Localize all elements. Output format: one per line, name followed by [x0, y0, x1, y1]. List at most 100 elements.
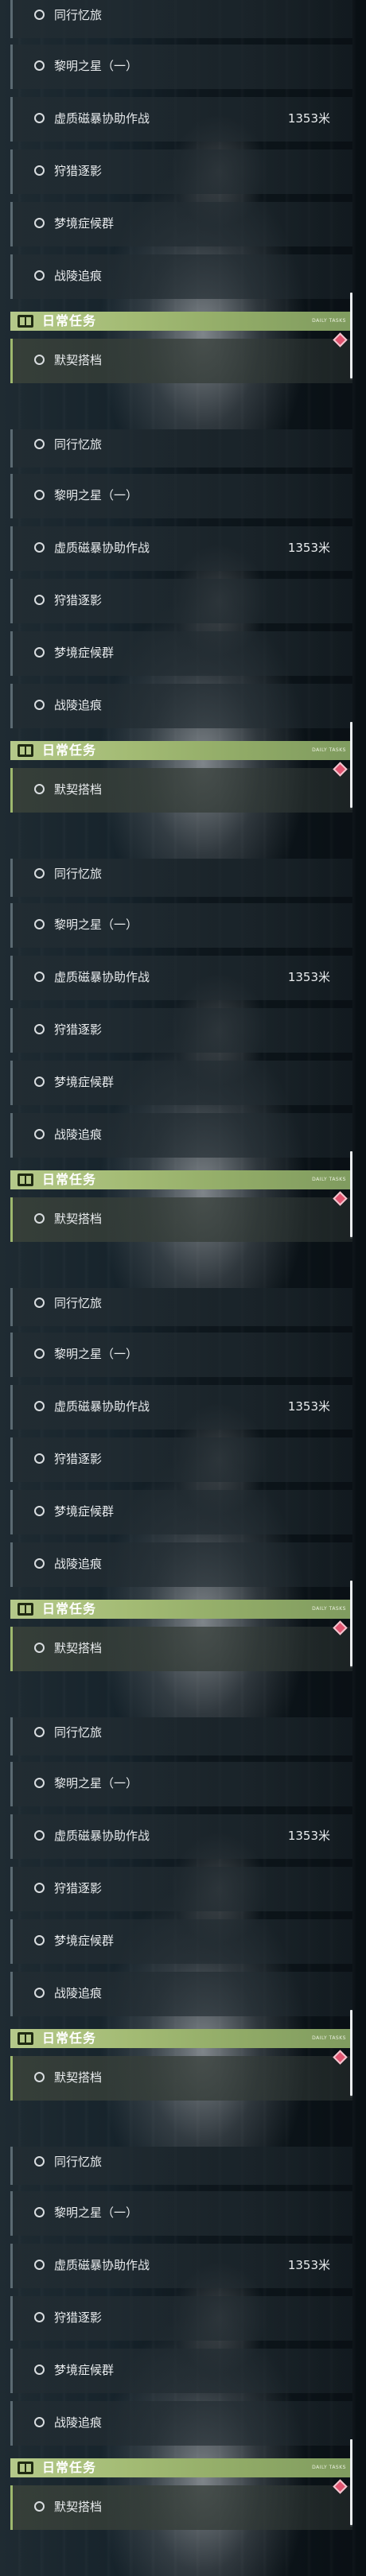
daily-tasks-title: 日常任务 [42, 1601, 97, 1616]
circle-icon [34, 700, 45, 710]
quest-name: 战陵追痕 [54, 698, 103, 712]
quest-name: 同行忆旅 [54, 1725, 103, 1740]
quest-distance: 1353米 [287, 541, 330, 555]
quest-name: 同行忆旅 [54, 2155, 103, 2169]
quest-name: 黎明之星（一） [54, 488, 138, 502]
book-icon [18, 2462, 33, 2474]
daily-tasks-header[interactable]: 日常任务 DAILY TASKS [10, 1170, 352, 1189]
quest-row[interactable]: 同行忆旅 [10, 0, 352, 38]
scrollbar-thumb[interactable] [350, 1151, 352, 1237]
circle-icon [34, 919, 45, 929]
book-icon [18, 315, 33, 328]
circle-icon [34, 1506, 45, 1516]
daily-task-row[interactable]: 默契搭档 [10, 768, 352, 813]
circle-icon [34, 1643, 45, 1653]
daily-task-name: 默契搭档 [54, 2500, 103, 2514]
circle-icon [34, 2207, 45, 2217]
quest-row[interactable]: 虚质磁暴协助作战 1353米 [10, 526, 352, 571]
quest-row[interactable]: 同行忆旅 [10, 859, 352, 897]
quest-name: 战陵追痕 [54, 2415, 103, 2430]
daily-task-row[interactable]: 默契搭档 [10, 339, 352, 383]
daily-task-row[interactable]: 默契搭档 [10, 1627, 352, 1671]
daily-tasks-header[interactable]: 日常任务 DAILY TASKS [10, 2458, 352, 2477]
daily-tasks-header[interactable]: 日常任务 DAILY TASKS [10, 1600, 352, 1619]
scrollbar-thumb[interactable] [350, 293, 352, 378]
quest-row[interactable]: 狩猎逐影 [10, 149, 352, 194]
quest-name: 虚质磁暴协助作战 [54, 1829, 150, 1843]
quest-name: 梦境症候群 [54, 1075, 115, 1089]
quest-row[interactable]: 虚质磁暴协助作战 1353米 [10, 956, 352, 1000]
quest-row[interactable]: 虚质磁暴协助作战 1353米 [10, 1385, 352, 1430]
quest-row[interactable]: 虚质磁暴协助作战 1353米 [10, 1814, 352, 1859]
quest-row[interactable]: 梦境症候群 [10, 1490, 352, 1534]
daily-tasks-title: 日常任务 [42, 743, 97, 758]
scrollbar-thumb[interactable] [350, 722, 352, 808]
quest-row[interactable]: 战陵追痕 [10, 1542, 352, 1587]
quest-name: 梦境症候群 [54, 216, 115, 231]
quest-row[interactable]: 狩猎逐影 [10, 1437, 352, 1482]
quest-row[interactable]: 梦境症候群 [10, 1919, 352, 1964]
quest-name: 战陵追痕 [54, 1557, 103, 1571]
quest-row[interactable]: 梦境症候群 [10, 631, 352, 676]
quest-row[interactable]: 黎明之星（一） [10, 474, 352, 518]
scrollbar-thumb[interactable] [350, 2439, 352, 2525]
circle-icon [34, 2156, 45, 2167]
daily-task-row[interactable]: 默契搭档 [10, 2485, 352, 2530]
quest-row[interactable]: 梦境症候群 [10, 2349, 352, 2393]
circle-icon [34, 439, 45, 449]
circle-icon [34, 595, 45, 605]
quest-row[interactable]: 黎明之星（一） [10, 2191, 352, 2236]
circle-icon [34, 868, 45, 879]
circle-icon [34, 1024, 45, 1034]
quest-row[interactable]: 黎明之星（一） [10, 45, 352, 89]
daily-task-row[interactable]: 默契搭档 [10, 1197, 352, 1242]
quest-row[interactable]: 黎明之星（一） [10, 1762, 352, 1806]
quest-name: 黎明之星（一） [54, 1347, 138, 1361]
quest-row[interactable]: 梦境症候群 [10, 1061, 352, 1105]
daily-tasks-title: 日常任务 [42, 1172, 97, 1187]
quest-row[interactable]: 战陵追痕 [10, 1113, 352, 1158]
quest-name: 战陵追痕 [54, 1127, 103, 1142]
scrollbar-thumb[interactable] [350, 1581, 352, 1666]
quest-row[interactable]: 黎明之星（一） [10, 903, 352, 948]
quest-name: 虚质磁暴协助作战 [54, 1399, 150, 1414]
quest-row[interactable]: 狩猎逐影 [10, 579, 352, 623]
quest-row[interactable]: 战陵追痕 [10, 1972, 352, 2016]
quest-row[interactable]: 同行忆旅 [10, 1717, 352, 1755]
daily-tasks-header[interactable]: 日常任务 DAILY TASKS [10, 2029, 352, 2048]
daily-tasks-subtitle: DAILY TASKS [312, 2035, 346, 2041]
daily-tasks-header[interactable]: 日常任务 DAILY TASKS [10, 312, 352, 331]
circle-icon [34, 10, 45, 20]
daily-task-name: 默契搭档 [54, 782, 103, 797]
daily-task-row[interactable]: 默契搭档 [10, 2056, 352, 2101]
quest-row[interactable]: 黎明之星（一） [10, 1333, 352, 1377]
quest-name: 梦境症候群 [54, 646, 115, 660]
book-icon [18, 2032, 33, 2045]
quest-name: 黎明之星（一） [54, 59, 138, 73]
circle-icon [34, 2501, 45, 2512]
quest-name: 梦境症候群 [54, 1934, 115, 1948]
scrollbar-thumb[interactable] [350, 2010, 352, 2096]
quest-distance: 1353米 [287, 2258, 330, 2272]
circle-icon [34, 542, 45, 553]
quest-panel: 同行忆旅 黎明之星（一） 虚质磁暴协助作战 1353米 狩猎逐影 梦境症候群 战… [0, 429, 366, 859]
quest-row[interactable]: 同行忆旅 [10, 429, 352, 467]
circle-icon [34, 490, 45, 500]
quest-row[interactable]: 狩猎逐影 [10, 1008, 352, 1053]
quest-row[interactable]: 狩猎逐影 [10, 2296, 352, 2341]
quest-row[interactable]: 同行忆旅 [10, 2147, 352, 2185]
daily-tasks-header[interactable]: 日常任务 DAILY TASKS [10, 741, 352, 760]
quest-row[interactable]: 战陵追痕 [10, 2401, 352, 2446]
quest-row[interactable]: 梦境症候群 [10, 202, 352, 246]
circle-icon [34, 1935, 45, 1946]
quest-name: 梦境症候群 [54, 2363, 115, 2377]
quest-row[interactable]: 战陵追痕 [10, 684, 352, 728]
quest-name: 狩猎逐影 [54, 1881, 103, 1895]
quest-row[interactable]: 狩猎逐影 [10, 1867, 352, 1911]
quest-name: 狩猎逐影 [54, 1452, 103, 1466]
quest-row[interactable]: 同行忆旅 [10, 1288, 352, 1326]
quest-row[interactable]: 战陵追痕 [10, 254, 352, 299]
quest-row[interactable]: 虚质磁暴协助作战 1353米 [10, 2244, 352, 2288]
quest-row[interactable]: 虚质磁暴协助作战 1353米 [10, 97, 352, 142]
circle-icon [34, 1298, 45, 1308]
